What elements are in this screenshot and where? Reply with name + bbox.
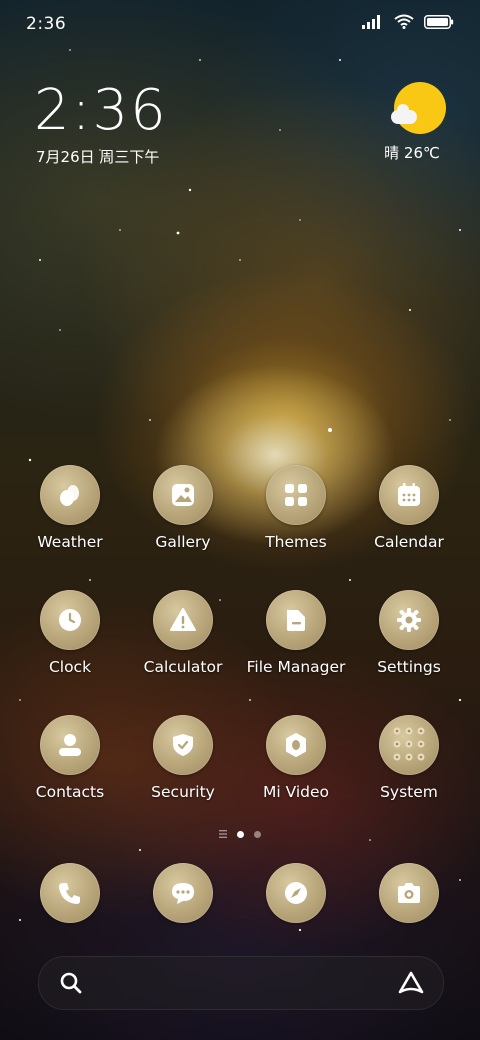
app-label: Themes	[265, 533, 327, 551]
dock-phone[interactable]	[15, 863, 125, 923]
browser-compass-icon	[266, 863, 326, 923]
shield-check-icon	[153, 715, 213, 775]
app-label: Clock	[48, 658, 92, 676]
app-label: Calendar	[374, 533, 444, 551]
search-bar[interactable]	[38, 956, 444, 1010]
app-label: Gallery	[155, 533, 211, 551]
clock-icon	[40, 590, 100, 650]
app-label: Mi Video	[262, 783, 330, 801]
app-weather[interactable]: Weather	[15, 465, 125, 551]
app-settings[interactable]: Settings	[354, 590, 464, 676]
warning-triangle-icon	[153, 590, 213, 650]
gear-icon	[379, 590, 439, 650]
app-contacts[interactable]: Contacts	[15, 715, 125, 801]
app-label: System	[380, 783, 438, 801]
search-icon[interactable]	[59, 971, 83, 999]
page-dot-active[interactable]	[237, 830, 244, 838]
camera-icon	[379, 863, 439, 923]
clock-widget-date: 7月26日 周三下午	[36, 148, 160, 166]
app-mi-video[interactable]: Mi Video	[241, 715, 351, 801]
video-icon	[266, 715, 326, 775]
battery-icon	[424, 14, 454, 29]
assistant-icon[interactable]	[397, 970, 425, 1000]
app-folder-system[interactable]: System	[354, 715, 464, 801]
page-indicator[interactable]	[0, 830, 480, 838]
contact-person-icon	[40, 715, 100, 775]
message-icon	[153, 863, 213, 923]
page-list-icon	[219, 830, 227, 838]
status-bar: 2:36	[0, 0, 480, 50]
status-icons	[362, 14, 454, 29]
app-file-manager[interactable]: File Manager	[241, 590, 351, 676]
folder-icon	[266, 590, 326, 650]
dock-messages[interactable]	[128, 863, 238, 923]
app-security[interactable]: Security	[128, 715, 238, 801]
calendar-icon	[379, 465, 439, 525]
folder-grid-icon	[379, 715, 439, 775]
page-dot[interactable]	[254, 830, 261, 838]
app-label: File Manager	[246, 658, 346, 676]
signal-icon	[362, 14, 380, 29]
dock-browser[interactable]	[241, 863, 351, 923]
app-label: Contacts	[35, 783, 105, 801]
app-clock[interactable]: Clock	[15, 590, 125, 676]
status-time: 2:36	[26, 14, 67, 34]
app-label: Settings	[377, 658, 441, 676]
weather-widget[interactable]: 晴 26℃	[384, 82, 446, 163]
wifi-icon	[394, 14, 414, 29]
app-calendar[interactable]: Calendar	[354, 465, 464, 551]
app-gallery[interactable]: Gallery	[128, 465, 238, 551]
gallery-icon	[153, 465, 213, 525]
weather-widget-text: 晴 26℃	[384, 144, 440, 162]
app-label: Security	[151, 783, 215, 801]
sunny-partly-cloudy-icon	[391, 82, 446, 134]
dock-camera[interactable]	[354, 863, 464, 923]
app-themes[interactable]: Themes	[241, 465, 351, 551]
phone-icon	[40, 863, 100, 923]
app-label: Weather	[37, 533, 103, 551]
app-label: Calculator	[143, 658, 223, 676]
app-calculator[interactable]: Calculator	[128, 590, 238, 676]
clock-widget-time[interactable]: 2:36	[34, 78, 168, 143]
themes-grid-icon	[266, 465, 326, 525]
weather-drop-icon	[40, 465, 100, 525]
